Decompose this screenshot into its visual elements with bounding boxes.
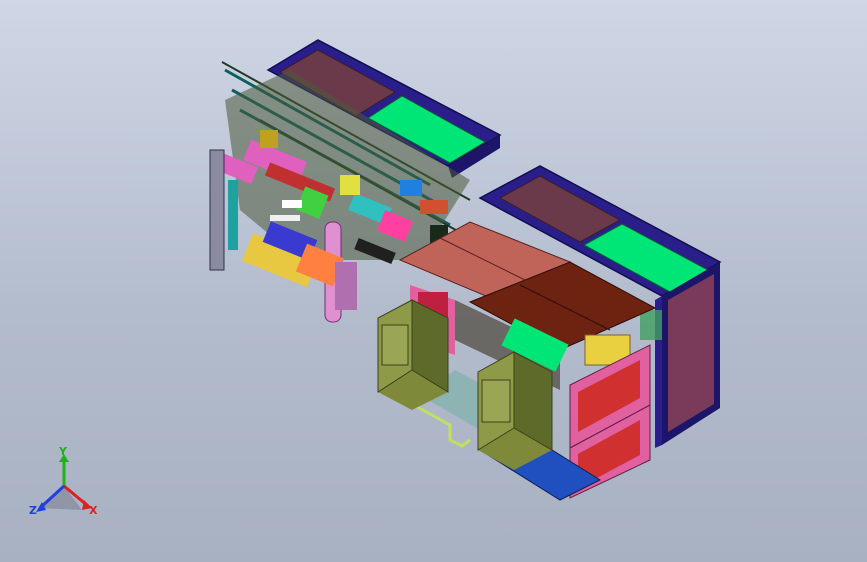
assembly-model[interactable] xyxy=(0,0,867,562)
axis-triad: Y X Z xyxy=(24,446,104,526)
control-cabinet-1 xyxy=(377,299,449,410)
control-cabinet-2 xyxy=(477,351,553,470)
z-axis-label: Z xyxy=(29,504,37,517)
x-axis-label: X xyxy=(89,504,98,517)
cad-viewport[interactable]: Y X Z xyxy=(0,0,867,562)
y-axis-label: Y xyxy=(59,445,67,458)
